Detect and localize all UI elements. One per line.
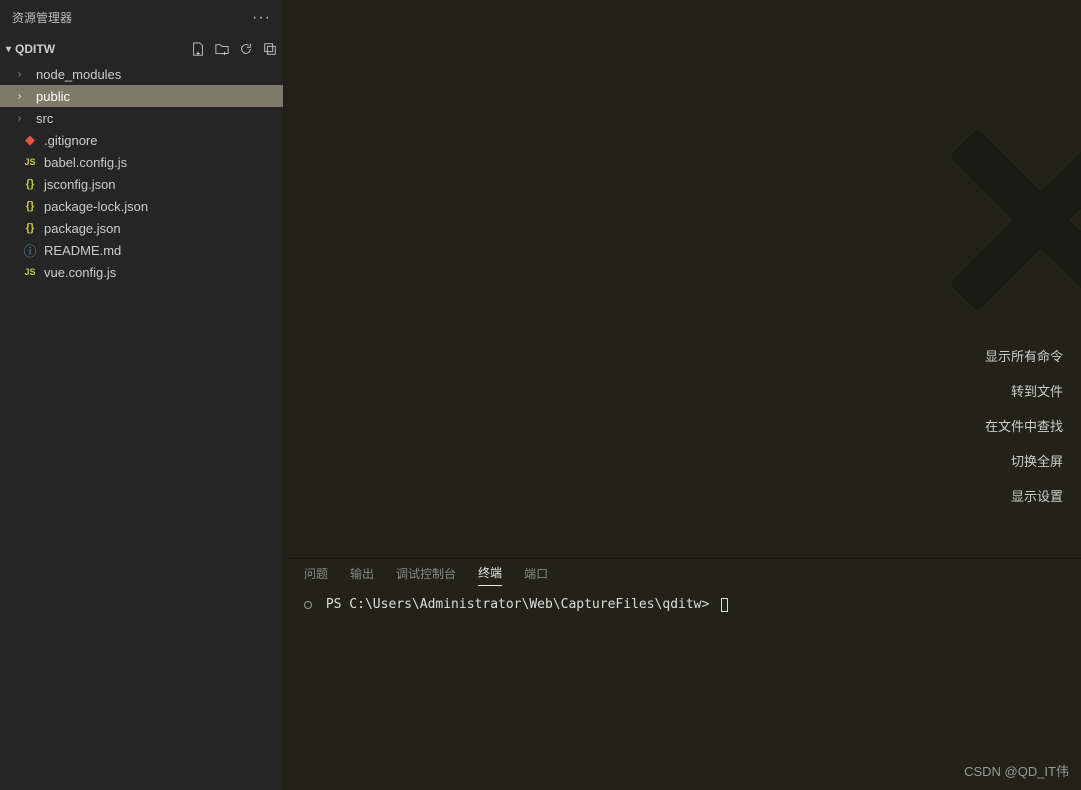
- file-label: babel.config.js: [44, 155, 127, 170]
- file-label: README.md: [44, 243, 121, 258]
- new-file-icon[interactable]: [191, 42, 205, 56]
- file-package-lock[interactable]: {} package-lock.json: [0, 195, 283, 217]
- prompt-indicator-icon: [304, 601, 312, 609]
- info-icon: ⓘ: [22, 241, 38, 260]
- file-jsconfig[interactable]: {} jsconfig.json: [0, 173, 283, 195]
- file-tree: › node_modules › public › src ◆ .gitigno…: [0, 63, 283, 283]
- chevron-right-icon: ›: [18, 113, 30, 124]
- json-icon: {}: [22, 200, 38, 212]
- cmd-toggle-fullscreen[interactable]: 切换全屏: [985, 451, 1063, 470]
- tab-terminal[interactable]: 终端: [478, 564, 502, 586]
- folder-src[interactable]: › src: [0, 107, 283, 129]
- terminal[interactable]: PS C:\Users\Administrator\Web\CaptureFil…: [284, 591, 1081, 790]
- project-actions: [191, 42, 277, 56]
- explorer-header: 资源管理器 ···: [0, 0, 283, 35]
- file-label: vue.config.js: [44, 265, 116, 280]
- bottom-panel: 问题 输出 调试控制台 终端 端口 PS C:\Users\Administra…: [284, 558, 1081, 790]
- welcome-commands: 显示所有命令 转到文件 在文件中查找 切换全屏 显示设置: [985, 346, 1063, 505]
- tab-debug-console[interactable]: 调试控制台: [396, 565, 456, 586]
- refresh-icon[interactable]: [239, 42, 253, 56]
- project-header[interactable]: ▾ QDITW: [0, 35, 283, 63]
- file-vue-config[interactable]: JS vue.config.js: [0, 261, 283, 283]
- new-folder-icon[interactable]: [215, 42, 229, 56]
- explorer-title: 资源管理器: [12, 9, 72, 26]
- folder-label: src: [36, 111, 53, 126]
- file-label: package.json: [44, 221, 121, 236]
- project-name: QDITW: [15, 42, 55, 56]
- collapse-icon[interactable]: [263, 42, 277, 56]
- js-icon: JS: [22, 267, 38, 277]
- json-icon: {}: [22, 178, 38, 190]
- git-icon: ◆: [22, 132, 38, 148]
- editor-area: 显示所有命令 转到文件 在文件中查找 切换全屏 显示设置: [284, 0, 1081, 558]
- js-icon: JS: [22, 157, 38, 167]
- json-icon: {}: [22, 222, 38, 234]
- tab-output[interactable]: 输出: [350, 565, 374, 586]
- file-babel-config[interactable]: JS babel.config.js: [0, 151, 283, 173]
- chevron-right-icon: ›: [18, 91, 30, 102]
- folder-label: public: [36, 89, 70, 104]
- file-package-json[interactable]: {} package.json: [0, 217, 283, 239]
- file-label: jsconfig.json: [44, 177, 116, 192]
- cmd-show-settings[interactable]: 显示设置: [985, 486, 1063, 505]
- cmd-find-in-files[interactable]: 在文件中查找: [985, 416, 1063, 435]
- tab-ports[interactable]: 端口: [524, 565, 548, 586]
- tab-problems[interactable]: 问题: [304, 565, 328, 586]
- cmd-goto-file[interactable]: 转到文件: [985, 381, 1063, 400]
- file-gitignore[interactable]: ◆ .gitignore: [0, 129, 283, 151]
- more-actions-icon[interactable]: ···: [252, 9, 271, 27]
- file-label: .gitignore: [44, 133, 97, 148]
- file-label: package-lock.json: [44, 199, 148, 214]
- explorer-sidebar: 资源管理器 ··· ▾ QDITW › node_modules › publi…: [0, 0, 284, 790]
- folder-node-modules[interactable]: › node_modules: [0, 63, 283, 85]
- panel-tabs: 问题 输出 调试控制台 终端 端口: [284, 559, 1081, 591]
- background-x-icon: [941, 120, 1081, 320]
- cmd-show-all[interactable]: 显示所有命令: [985, 346, 1063, 365]
- main-area: 显示所有命令 转到文件 在文件中查找 切换全屏 显示设置 问题 输出 调试控制台…: [284, 0, 1081, 790]
- chevron-down-icon: ▾: [6, 44, 11, 55]
- chevron-right-icon: ›: [18, 69, 30, 80]
- terminal-cursor: [721, 598, 728, 612]
- folder-public[interactable]: › public: [0, 85, 283, 107]
- folder-label: node_modules: [36, 67, 121, 82]
- watermark: CSDN @QD_IT伟: [964, 761, 1069, 780]
- file-readme[interactable]: ⓘ README.md: [0, 239, 283, 261]
- terminal-prompt: PS C:\Users\Administrator\Web\CaptureFil…: [326, 597, 710, 612]
